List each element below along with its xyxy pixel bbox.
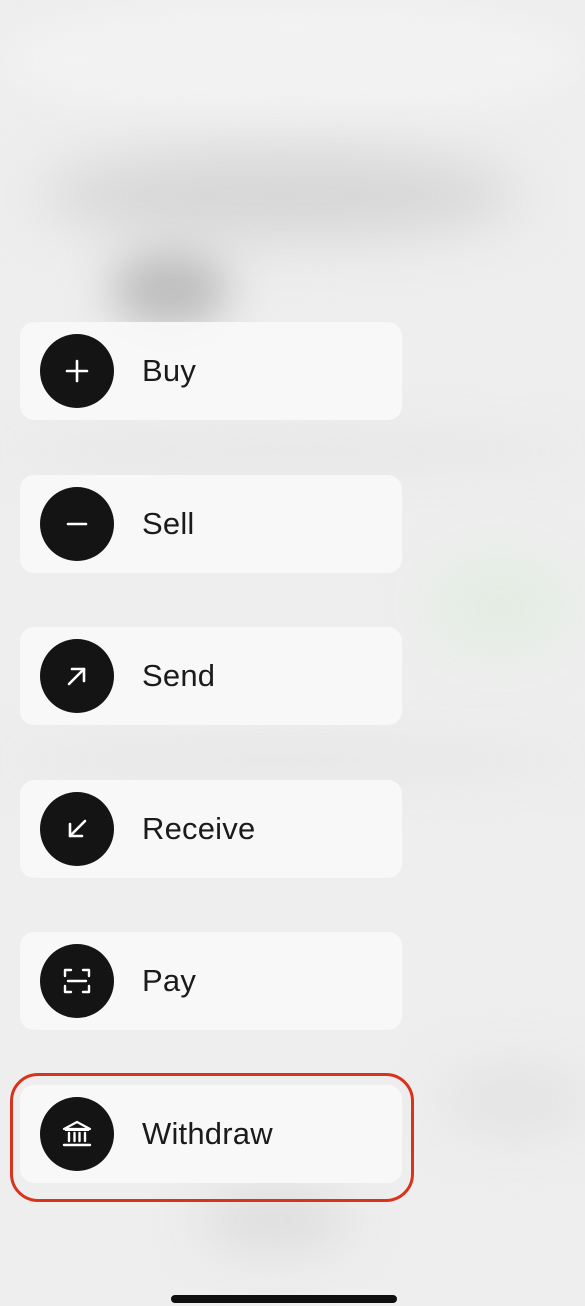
send-label: Send xyxy=(142,658,216,694)
withdraw-label: Withdraw xyxy=(142,1115,273,1151)
pay-label: Pay xyxy=(142,963,197,999)
sell-label: Sell xyxy=(142,505,195,541)
receive-label: Receive xyxy=(142,810,256,846)
buy-button[interactable]: Buy xyxy=(20,322,402,420)
action-menu: Buy Sell Send Receive Pay Withdraw xyxy=(20,322,402,1238)
plus-icon xyxy=(40,334,114,408)
arrow-down-left-icon xyxy=(40,791,114,866)
receive-button[interactable]: Receive xyxy=(20,779,402,878)
scan-icon xyxy=(40,944,114,1019)
buy-label: Buy xyxy=(142,353,197,388)
pay-button[interactable]: Pay xyxy=(20,932,402,1031)
minus-icon xyxy=(40,486,114,561)
bank-icon xyxy=(40,1096,114,1171)
home-indicator[interactable] xyxy=(171,1295,397,1303)
arrow-up-right-icon xyxy=(40,639,114,714)
withdraw-button[interactable]: Withdraw xyxy=(20,1084,402,1183)
send-button[interactable]: Send xyxy=(20,627,402,726)
sell-button[interactable]: Sell xyxy=(20,474,402,573)
